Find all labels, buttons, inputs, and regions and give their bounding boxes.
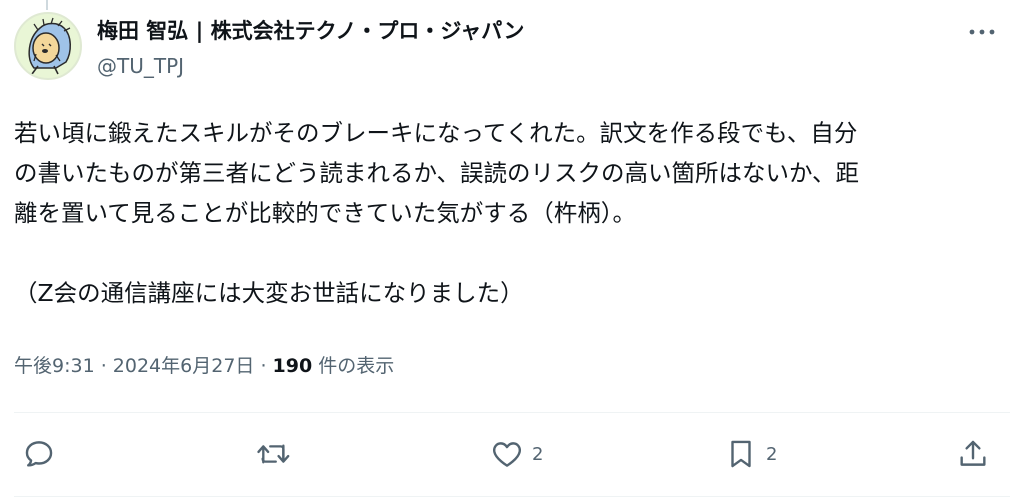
hedgehog-avatar-icon	[28, 17, 71, 75]
meta-separator: ·	[94, 355, 113, 377]
views-count: 190	[272, 355, 313, 377]
views-label: 件の表示	[312, 355, 395, 377]
meta-separator: ·	[254, 355, 273, 377]
share-button[interactable]	[956, 436, 990, 472]
author-display-name[interactable]: 梅田 智弘 | 株式会社テクノ・プロ・ジャパン	[97, 16, 524, 46]
share-icon	[960, 440, 986, 466]
tweet-text-line: 離を置いて見ることが比較的できていた気がする（杵柄）。	[14, 199, 637, 227]
bookmark-button[interactable]: 2	[724, 436, 777, 472]
tweet-meta: 午後9:31 · 2024年6月27日 · 190 件の表示	[14, 352, 394, 380]
tweet-date[interactable]: 2024年6月27日	[113, 355, 255, 377]
reply-button[interactable]	[22, 436, 56, 472]
divider	[14, 412, 1010, 413]
tweet-text-line: の書いたものが第三者にどう読まれるか、誤読のリスクの高い箇所はないか、距	[14, 159, 860, 187]
retweet-icon	[257, 444, 290, 464]
tweet-text: 若い頃に鍛えたスキルがそのブレーキになってくれた。訳文を作る段でも、自分 の書い…	[14, 113, 1014, 313]
author-handle[interactable]: @TU_TPJ	[97, 52, 184, 80]
retweet-button[interactable]	[255, 436, 291, 472]
heart-icon	[493, 442, 521, 467]
tweet-text-line: （Z会の通信講座には大変お世話になりました）	[14, 279, 524, 307]
more-options-button[interactable]	[958, 18, 1006, 46]
more-horizontal-icon	[969, 29, 995, 35]
avatar[interactable]	[14, 12, 82, 80]
bookmark-icon	[731, 440, 751, 468]
tweet-text-line: 若い頃に鍛えたスキルがそのブレーキになってくれた。訳文を作る段でも、自分	[14, 119, 858, 147]
thread-connector-line	[46, 0, 48, 10]
tweet-time[interactable]: 午後9:31	[14, 355, 95, 377]
reply-icon	[25, 441, 53, 467]
like-count: 2	[532, 443, 544, 465]
like-button[interactable]: 2	[490, 436, 543, 472]
bookmark-count: 2	[766, 443, 778, 465]
